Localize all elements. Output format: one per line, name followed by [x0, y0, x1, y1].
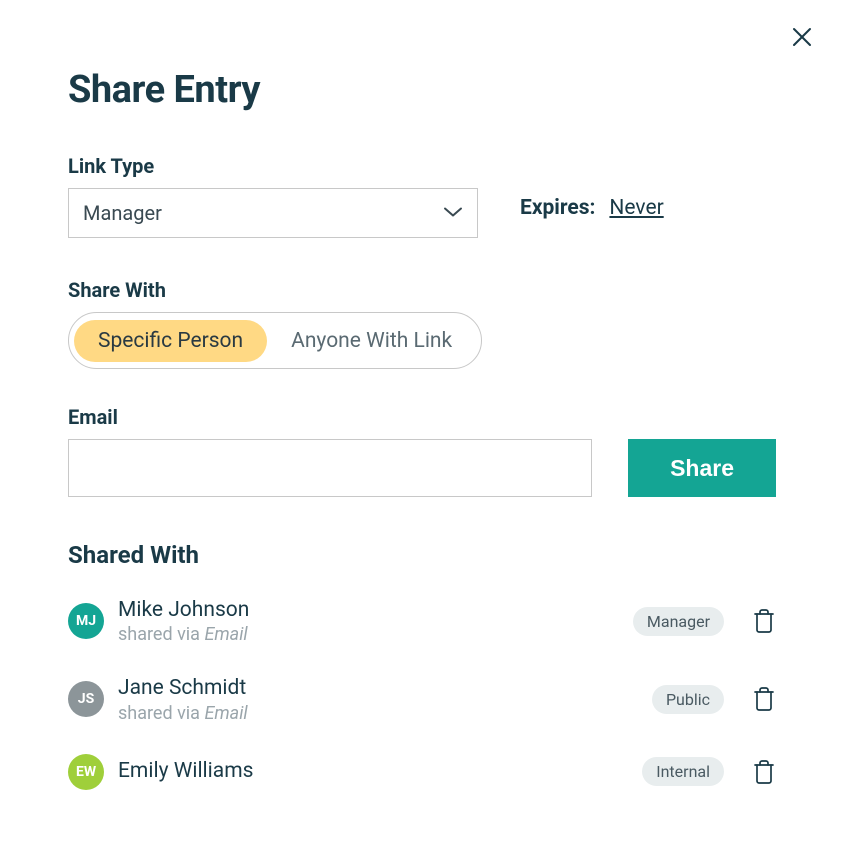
link-type-value: Manager	[83, 201, 162, 225]
person-info: Emily Williams	[118, 758, 642, 785]
trash-icon[interactable]	[752, 686, 776, 712]
person-sub: shared via Email	[118, 624, 633, 645]
close-icon[interactable]	[790, 25, 814, 49]
person-info: Jane Schmidtshared via Email	[118, 675, 652, 723]
share-with-option-1[interactable]: Anyone With Link	[267, 320, 476, 362]
shared-row: EW Emily WilliamsInternal	[68, 754, 776, 790]
role-tag: Internal	[642, 757, 724, 786]
shared-row: MJ Mike Johnsonshared via EmailManager	[68, 597, 776, 645]
trash-icon[interactable]	[752, 608, 776, 634]
email-input[interactable]	[68, 439, 592, 497]
person-info: Mike Johnsonshared via Email	[118, 597, 633, 645]
person-name: Mike Johnson	[118, 597, 633, 624]
role-tag: Manager	[633, 607, 724, 636]
share-button[interactable]: Share	[628, 439, 776, 497]
avatar: EW	[68, 754, 104, 790]
shared-row: JS Jane Schmidtshared via EmailPublic	[68, 675, 776, 723]
role-tag: Public	[652, 685, 724, 714]
person-sub: shared via Email	[118, 703, 652, 724]
shared-with-title: Shared With	[68, 541, 776, 569]
share-with-label: Share With	[68, 278, 776, 302]
link-type-select[interactable]: Manager	[68, 188, 478, 238]
avatar: MJ	[68, 603, 104, 639]
person-name: Emily Williams	[118, 758, 642, 785]
page-title: Share Entry	[68, 68, 776, 112]
share-with-option-0[interactable]: Specific Person	[74, 320, 267, 362]
email-label: Email	[68, 405, 592, 429]
trash-icon[interactable]	[752, 759, 776, 785]
expires-label: Expires:	[520, 196, 595, 220]
person-name: Jane Schmidt	[118, 675, 652, 702]
avatar: JS	[68, 681, 104, 717]
share-with-toggle: Specific PersonAnyone With Link	[68, 312, 482, 369]
expires-value[interactable]: Never	[609, 196, 663, 220]
link-type-label: Link Type	[68, 154, 478, 178]
